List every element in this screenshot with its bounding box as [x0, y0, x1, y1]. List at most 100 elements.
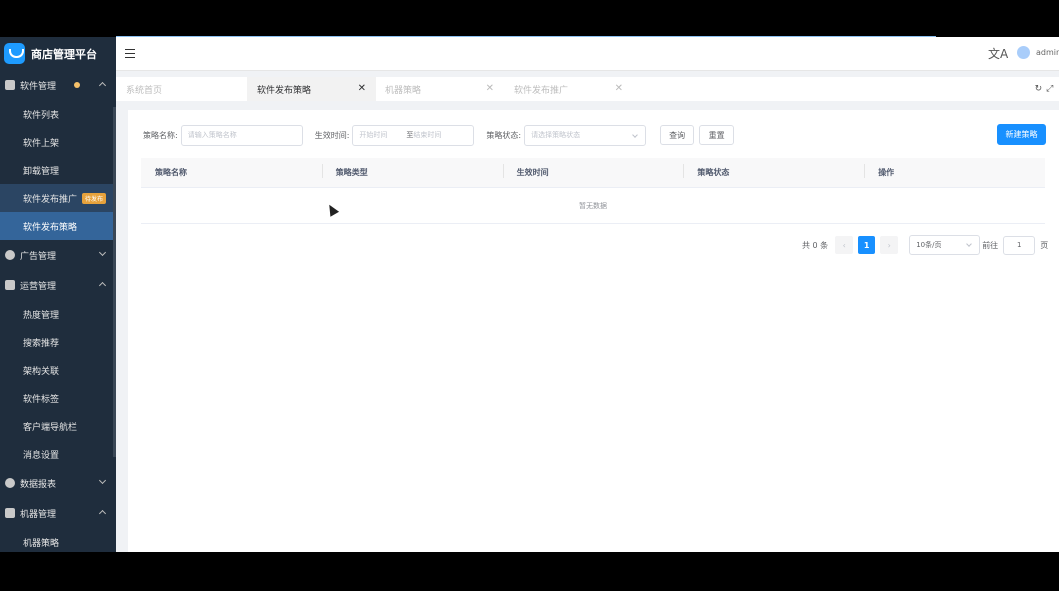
- tab-release-promotion[interactable]: 软件发布推广 ✕: [504, 77, 633, 101]
- app-frame: 商店管理平台 软件管理 软件列表 软件上架 卸载管理 软件发布推广 待发布 软件…: [0, 37, 1059, 552]
- menu-group-label: 运营管理: [20, 281, 57, 292]
- close-icon[interactable]: ✕: [615, 83, 623, 94]
- date-range-picker[interactable]: 开始时间 至 结束时间: [352, 124, 475, 146]
- menu-group-operations[interactable]: 运营管理: [0, 270, 116, 300]
- tab-label: 软件发布推广: [514, 85, 569, 96]
- sidebar-item-message-settings[interactable]: 消息设置: [0, 440, 116, 468]
- column-header: 策略类型: [321, 164, 503, 178]
- tabs-bar: 系统首页 软件发布策略 ✕ 机器策略 ✕ 软件发布推广 ✕ ↻ ⤢: [116, 77, 1059, 101]
- sidebar-item-software-tags[interactable]: 软件标签: [0, 384, 116, 412]
- menu-group-label: 软件管理: [20, 81, 57, 92]
- sidebar-item-arch-relation[interactable]: 架构关联: [0, 356, 116, 384]
- column-header: 策略名称: [155, 168, 187, 177]
- chevron-up-icon: [98, 509, 107, 518]
- strategy-table: 策略名称 策略类型 生效时间 策略状态 操作 暂无数据: [141, 158, 1045, 224]
- chevron-down-icon: [98, 248, 107, 257]
- create-strategy-button[interactable]: 新建策略: [997, 124, 1046, 145]
- sidebar-item-label: 热度管理: [23, 310, 60, 321]
- chevron-down-icon: [98, 476, 107, 485]
- pagination: 共 0 条 ‹ 1 › 10条/页 前往 1 页: [802, 235, 1048, 255]
- username[interactable]: admin: [1036, 48, 1059, 57]
- page-size-value: 10条/页: [916, 241, 942, 249]
- goto-page-input[interactable]: 1: [1003, 235, 1036, 255]
- sidebar-item-label: 客户端导航栏: [23, 422, 78, 433]
- reset-button[interactable]: 重置: [699, 125, 735, 145]
- menu-group-ads[interactable]: 广告管理: [0, 240, 116, 270]
- sidebar-item-label: 软件发布推广: [23, 194, 78, 205]
- filter-bar: 策略名称: 请输入策略名称 生效时间: 开始时间 至 结束时间 策略状态: 请选…: [143, 124, 735, 146]
- prev-page-button[interactable]: ‹: [835, 236, 854, 254]
- ad-icon: [5, 250, 15, 260]
- sidebar-item-label: 架构关联: [23, 366, 60, 377]
- notify-dot-icon: [74, 82, 80, 88]
- chevron-up-icon: [98, 281, 107, 290]
- top-header: 文A admin: [116, 37, 1059, 71]
- column-header: 策略状态: [683, 164, 864, 178]
- chevron-down-icon: [632, 131, 638, 138]
- submenu-software: 软件列表 软件上架 卸载管理 软件发布推广 待发布 软件发布策略: [0, 100, 116, 240]
- refresh-icon[interactable]: ↻: [1035, 84, 1043, 94]
- app-title: 商店管理平台: [31, 47, 97, 61]
- tab-label: 机器策略: [385, 85, 422, 96]
- server-icon: [5, 508, 15, 518]
- page-size-select[interactable]: 10条/页: [909, 235, 981, 255]
- tab-tools: ↻ ⤢: [1029, 81, 1059, 97]
- tab-home[interactable]: 系统首页: [116, 77, 245, 101]
- next-page-button[interactable]: ›: [880, 236, 899, 254]
- sidebar: 商店管理平台 软件管理 软件列表 软件上架 卸载管理 软件发布推广 待发布 软件…: [0, 37, 116, 552]
- sidebar-item-software-list[interactable]: 软件列表: [0, 100, 116, 128]
- tab-label: 软件发布策略: [257, 85, 312, 96]
- sidebar-item-release-promotion[interactable]: 软件发布推广 待发布: [0, 184, 116, 212]
- translate-icon[interactable]: 文A: [988, 45, 1008, 62]
- goto-label: 前往: [982, 240, 999, 250]
- hamburger-icon[interactable]: [125, 49, 135, 58]
- menu-group-software[interactable]: 软件管理: [0, 70, 116, 100]
- strategy-name-label: 策略名称:: [143, 130, 178, 140]
- range-separator: 至: [406, 131, 414, 139]
- sidebar-item-label: 机器策略: [23, 538, 60, 549]
- sidebar-item-label: 软件发布策略: [23, 222, 78, 233]
- expand-icon[interactable]: ⤢: [1046, 84, 1053, 94]
- tab-machine-strategy[interactable]: 机器策略 ✕: [375, 77, 504, 101]
- total-count: 共 0 条: [802, 240, 829, 250]
- strategy-name-input[interactable]: 请输入策略名称: [180, 124, 303, 146]
- box-icon: [5, 80, 15, 90]
- sidebar-item-label: 软件标签: [23, 394, 60, 405]
- main-content: 策略名称: 请输入策略名称 生效时间: 开始时间 至 结束时间 策略状态: 请选…: [128, 110, 1059, 552]
- strategy-status-label: 策略状态:: [486, 130, 522, 140]
- menu-group-machines[interactable]: 机器管理: [0, 498, 116, 528]
- status-badge: 待发布: [82, 192, 107, 204]
- book-icon: [5, 280, 15, 290]
- close-icon[interactable]: ✕: [486, 83, 494, 94]
- sidebar-item-label: 软件上架: [23, 138, 60, 149]
- menu-group-reports[interactable]: 数据报表: [0, 468, 116, 498]
- shop-logo-icon: [4, 43, 25, 64]
- menu-group-label: 数据报表: [20, 479, 57, 490]
- sidebar-item-release-strategy[interactable]: 软件发布策略: [0, 212, 116, 240]
- input-placeholder: 请输入策略名称: [187, 131, 237, 139]
- sidebar-item-software-publish[interactable]: 软件上架: [0, 128, 116, 156]
- menu-group-label: 机器管理: [20, 509, 57, 520]
- sidebar-item-label: 卸载管理: [23, 166, 60, 177]
- end-time-placeholder: 结束时间: [413, 131, 442, 139]
- table-header: 策略名称 策略类型 生效时间 策略状态 操作: [141, 158, 1045, 188]
- sidebar-item-client-nav[interactable]: 客户端导航栏: [0, 412, 116, 440]
- close-icon[interactable]: ✕: [358, 83, 366, 94]
- avatar[interactable]: [1017, 46, 1030, 59]
- strategy-status-select[interactable]: 请选择策略状态: [524, 124, 647, 146]
- page-number-current[interactable]: 1: [858, 236, 876, 254]
- query-button[interactable]: 查询: [660, 125, 695, 145]
- start-time-placeholder: 开始时间: [359, 131, 388, 139]
- sidebar-item-search-recommend[interactable]: 搜索推荐: [0, 328, 116, 356]
- sidebar-item-machine-strategy[interactable]: 机器策略: [0, 528, 116, 552]
- sidebar-item-uninstall[interactable]: 卸载管理: [0, 156, 116, 184]
- submenu-operations: 热度管理 搜索推荐 架构关联 软件标签 客户端导航栏 消息设置: [0, 300, 116, 468]
- sidebar-item-label: 搜索推荐: [23, 338, 60, 349]
- menu-group-label: 广告管理: [20, 251, 57, 262]
- sidebar-item-heat[interactable]: 热度管理: [0, 300, 116, 328]
- sidebar-scrollbar[interactable]: [113, 107, 116, 457]
- brand[interactable]: 商店管理平台: [0, 37, 116, 70]
- sidebar-item-label: 软件列表: [23, 110, 60, 121]
- column-header: 操作: [864, 164, 1045, 178]
- tab-release-strategy[interactable]: 软件发布策略 ✕: [247, 77, 376, 101]
